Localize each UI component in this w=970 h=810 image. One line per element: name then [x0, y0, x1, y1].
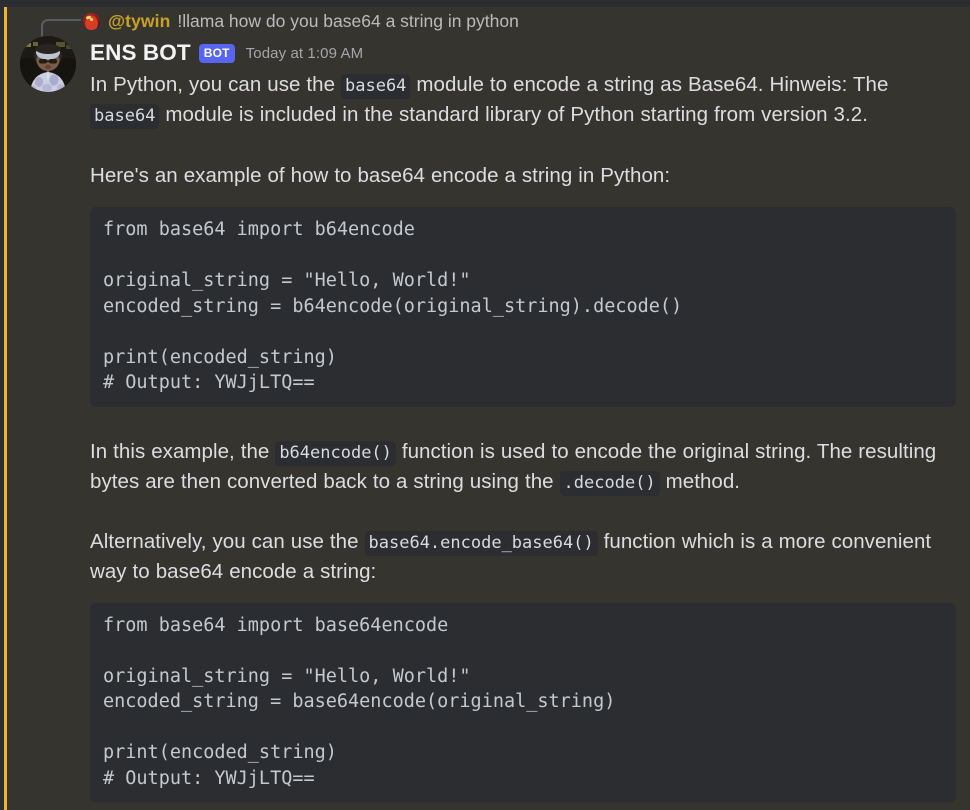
- paragraph-intro: In Python, you can use the base64 module…: [90, 70, 950, 130]
- inline-code-encode-base64: base64.encode_base64(): [364, 530, 598, 556]
- code-block-2-content: from base64 import base64encode original…: [103, 614, 616, 789]
- text-fragment: Alternatively, you can use the: [90, 529, 365, 553]
- text-fragment: In this example, the: [90, 439, 276, 463]
- reply-username[interactable]: @tywin: [108, 11, 170, 32]
- text-fragment: method.: [659, 469, 741, 493]
- mention-highlight-bar: [4, 7, 7, 810]
- flame-avatar-icon: [83, 12, 100, 30]
- author-name[interactable]: ENS BOT: [90, 40, 191, 66]
- message-timestamp: Today at 1:09 AM: [245, 44, 364, 62]
- text-fragment: module is included in the standard libra…: [159, 103, 868, 126]
- discord-message-view: @tywin !llama how do you base64 a string…: [0, 0, 970, 810]
- inline-code-b64encode: b64encode(): [275, 440, 396, 466]
- inline-code-base64-2: base64: [90, 104, 160, 129]
- avatar[interactable]: [20, 36, 76, 92]
- code-block-1[interactable]: from base64 import b64encode original_st…: [90, 207, 956, 407]
- code-block-2[interactable]: from base64 import base64encode original…: [90, 602, 956, 802]
- code-block-1-content: from base64 import b64encode original_st…: [103, 219, 683, 393]
- text-fragment: In Python, you can use the: [90, 73, 341, 96]
- paragraph-example-lead: Here's an example of how to base64 encod…: [90, 164, 671, 187]
- paragraph-alternative: Alternatively, you can use the base64.en…: [90, 527, 950, 587]
- bot-badge: BOT: [198, 43, 235, 63]
- reply-content[interactable]: @tywin !llama how do you base64 a string…: [83, 10, 519, 32]
- paragraph-explanation: In this example, the b64encode() functio…: [90, 437, 950, 497]
- message-header: ENS BOT BOT Today at 1:09 AM: [90, 39, 363, 67]
- message-body: In Python, you can use the base64 module…: [90, 70, 956, 802]
- inline-code-base64: base64: [341, 74, 411, 99]
- text-fragment: module to encode a string as Base64. Hin…: [410, 73, 889, 96]
- reply-message-preview[interactable]: !llama how do you base64 a string in pyt…: [177, 11, 518, 32]
- reply-context-row[interactable]: @tywin !llama how do you base64 a string…: [0, 6, 970, 39]
- inline-code-decode: .decode(): [559, 470, 660, 496]
